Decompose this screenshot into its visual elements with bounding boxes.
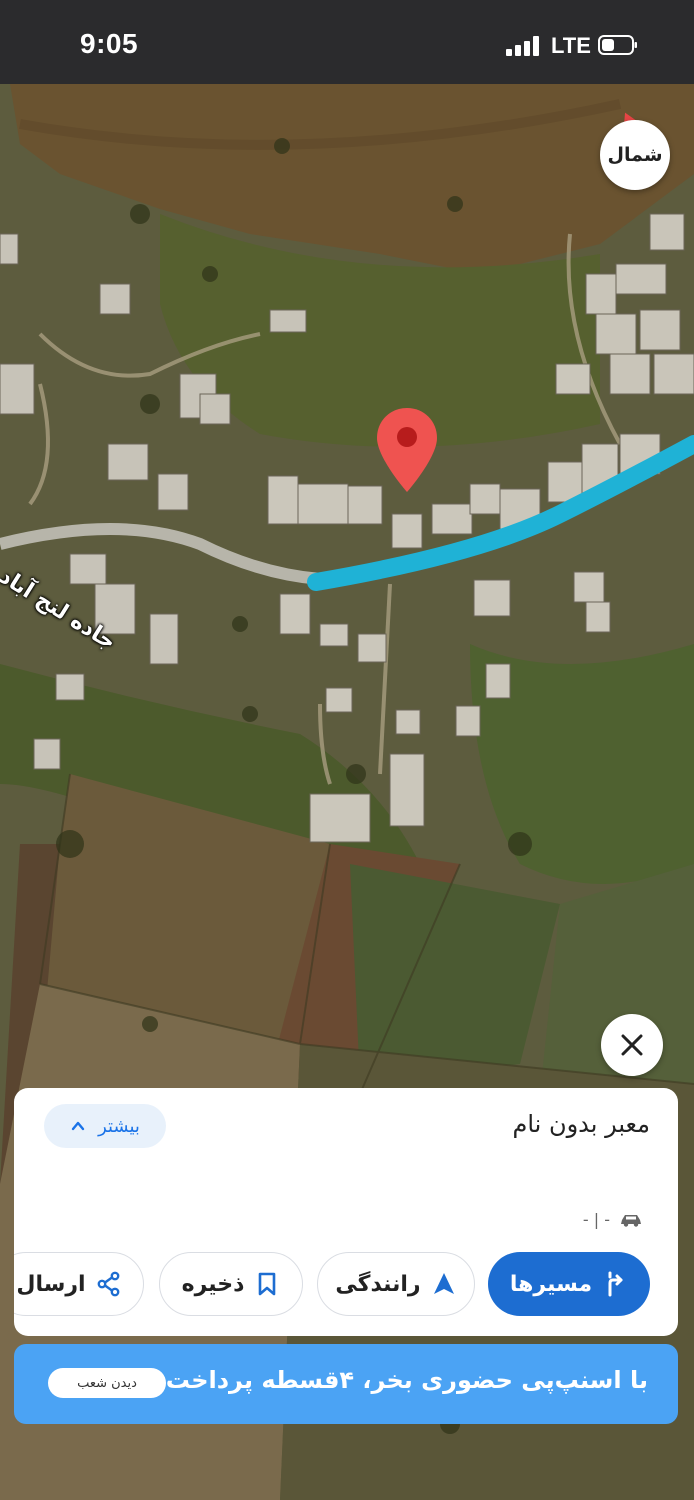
share-button[interactable]: ارسال	[14, 1252, 144, 1316]
battery-icon	[598, 35, 637, 55]
compass-label: شمال	[607, 144, 663, 166]
more-label: بیشتر	[98, 1115, 140, 1137]
close-button[interactable]	[601, 1014, 663, 1076]
navigation-arrow-icon	[433, 1273, 454, 1294]
network-type: LTE	[551, 33, 591, 58]
status-bar: 9:05 LTE	[0, 0, 694, 84]
save-label: ذخیره	[181, 1271, 245, 1297]
promo-text: با اسنپ‌پی حضوری بخر، ۴قسطه پرداخت کن!	[110, 1366, 648, 1394]
routes-button[interactable]: مسیرها	[488, 1252, 650, 1316]
close-icon	[621, 1034, 643, 1056]
car-icon	[621, 1214, 641, 1227]
share-icon	[97, 1271, 120, 1297]
compass-button[interactable]: شمال	[600, 120, 670, 190]
directions-icon	[608, 1271, 623, 1297]
eta-text: - | -	[582, 1210, 610, 1229]
eta-row: - | -	[583, 1210, 642, 1229]
place-card: معبر بدون نام بیشتر - | - مسیرها رانندگی…	[14, 1088, 678, 1336]
promo-banner[interactable]: با اسنپ‌پی حضوری بخر، ۴قسطه پرداخت کن! د…	[14, 1344, 678, 1424]
routes-label: مسیرها	[509, 1271, 593, 1297]
bookmark-icon	[259, 1272, 276, 1296]
view-branches-button[interactable]: دیدن شعب	[48, 1368, 166, 1398]
save-button[interactable]: ذخیره	[159, 1252, 303, 1316]
signal-icon	[506, 36, 539, 56]
drive-label: رانندگی	[335, 1271, 421, 1297]
drive-button[interactable]: رانندگی	[317, 1252, 475, 1316]
more-button[interactable]: بیشتر	[44, 1104, 166, 1148]
action-row: مسیرها رانندگی ذخیره ارسال	[14, 1252, 678, 1318]
status-time: 9:05	[80, 28, 139, 59]
location-pin-icon[interactable]	[374, 406, 440, 496]
place-title: معبر بدون نام	[512, 1110, 650, 1138]
share-label: ارسال	[16, 1271, 86, 1297]
chevron-up-icon	[71, 1121, 85, 1131]
